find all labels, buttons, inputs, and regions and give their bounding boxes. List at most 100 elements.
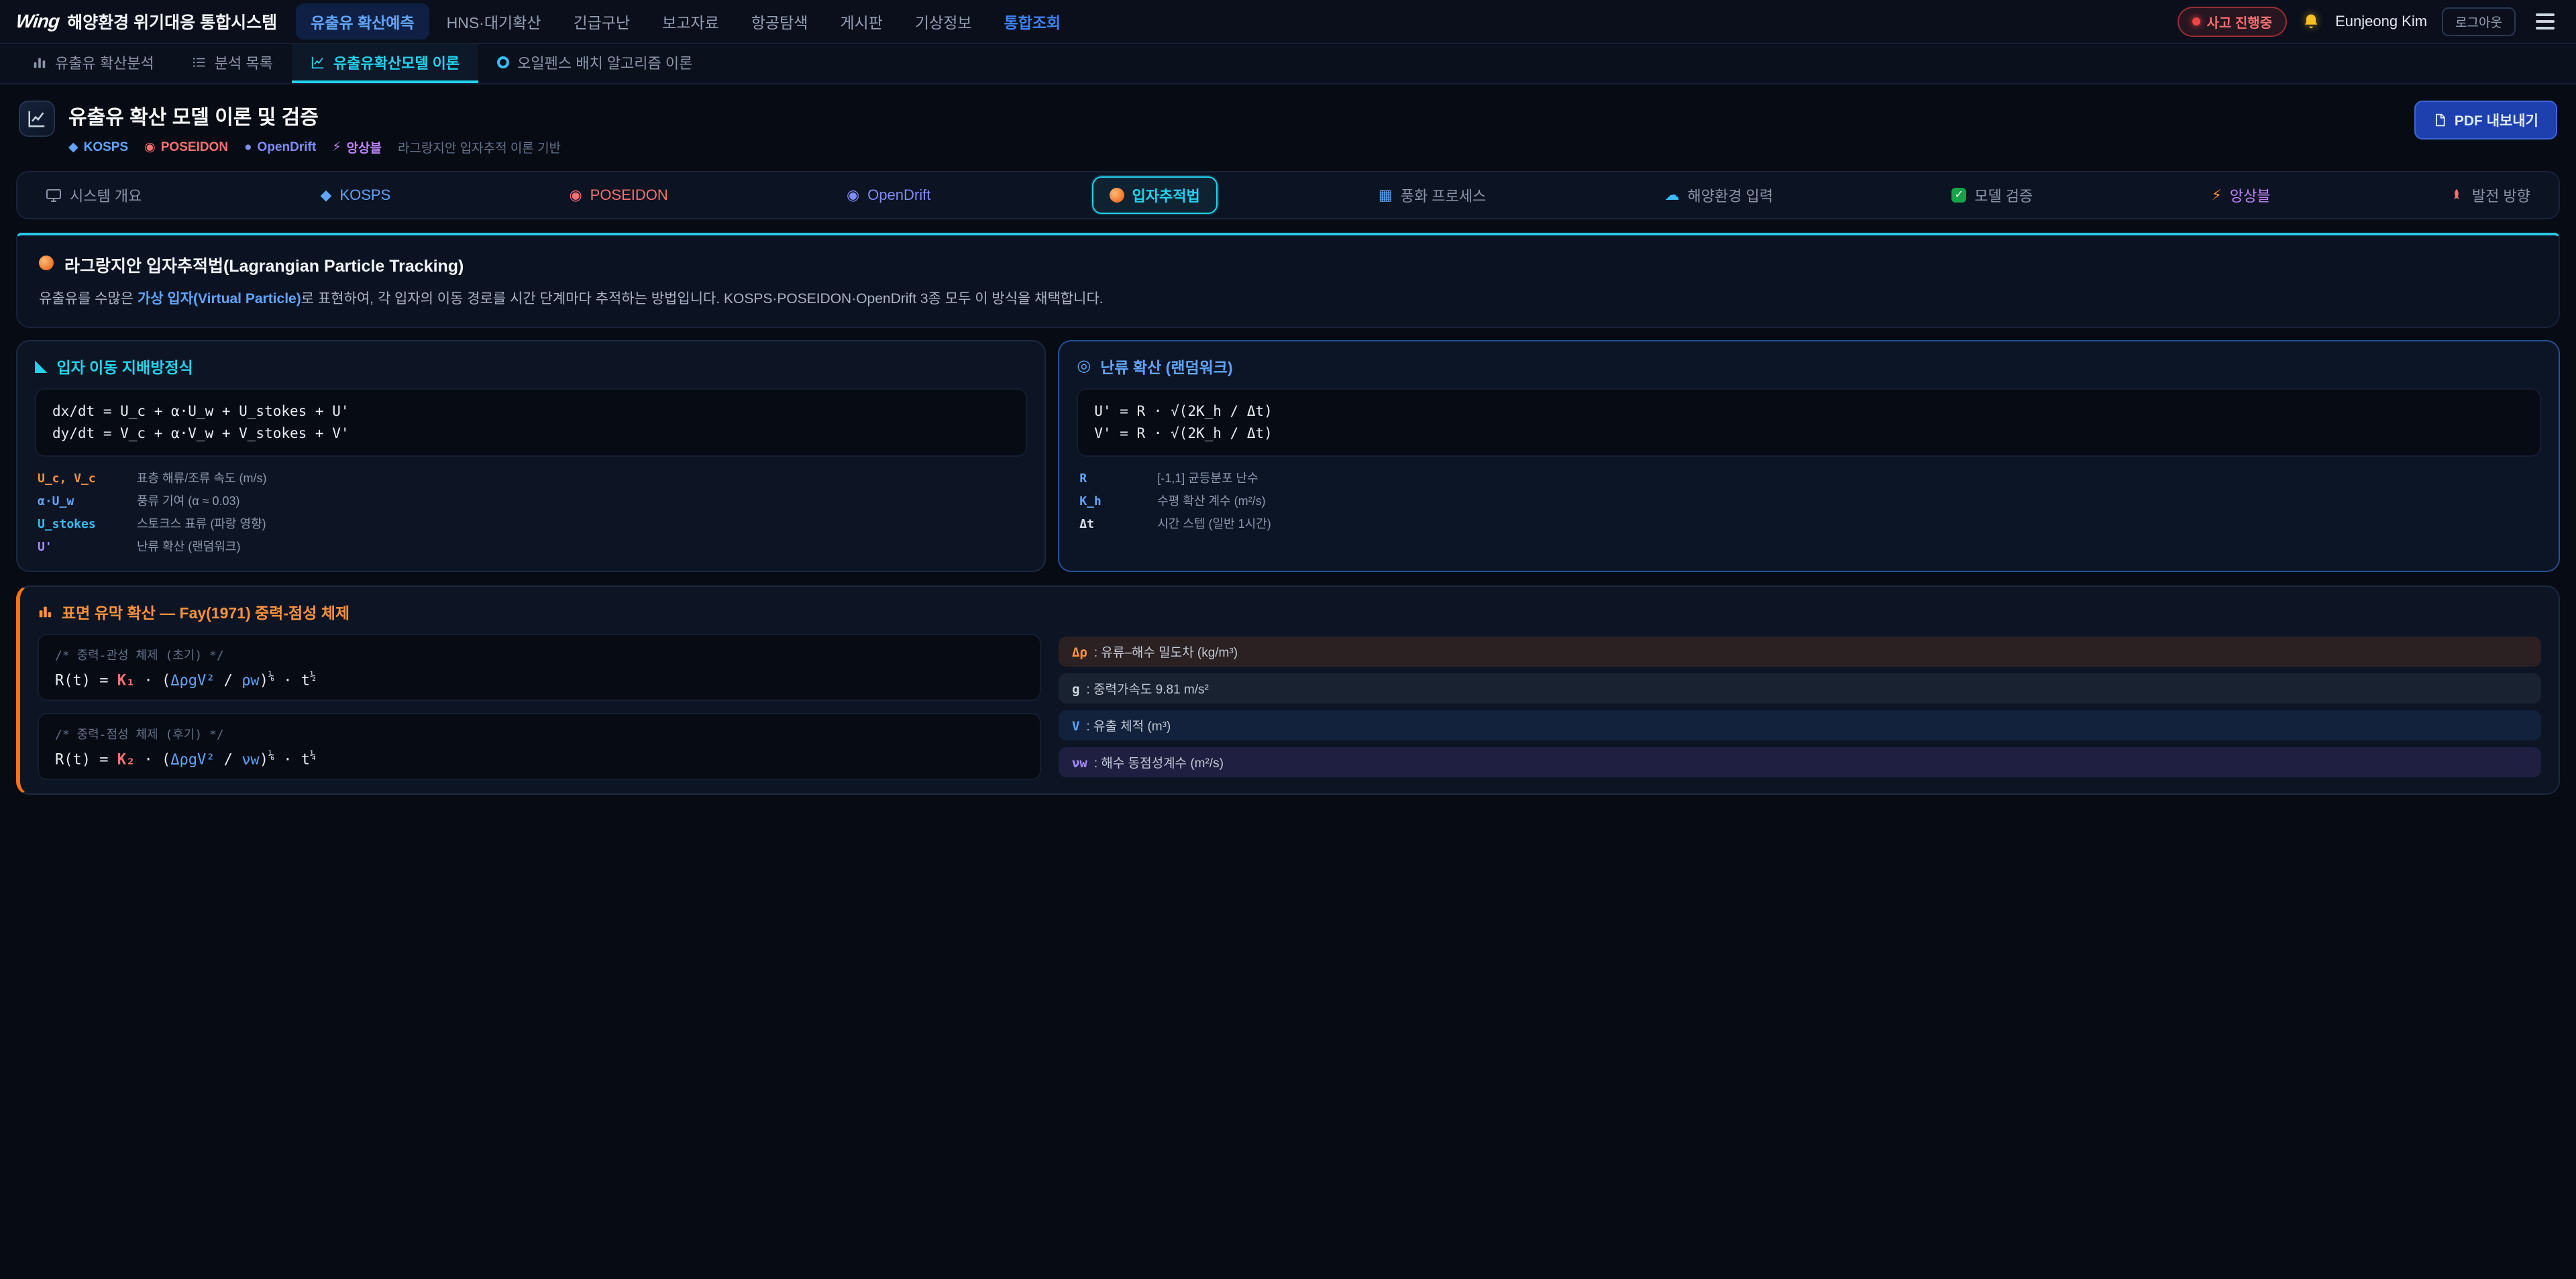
- nav-item-oil-spill-prediction[interactable]: 유출유 확산예측: [296, 3, 429, 40]
- fay-legend-term: V: [1072, 719, 1079, 734]
- legend-desc: [-1,1] 균등분포 난수: [1157, 469, 1258, 486]
- section-tab-poseidon[interactable]: ◉ POSEIDON: [551, 178, 685, 212]
- random-walk-legend: R [-1,1] 균등분포 난수 K_h 수평 확산 계수 (m²/s) Δt …: [1077, 466, 2541, 535]
- tab-label: 오일펜스 배치 알고리즘 이론: [517, 52, 692, 73]
- legend-row: K_h 수평 확산 계수 (m²/s): [1077, 489, 2541, 512]
- section-tab-system-overview[interactable]: 시스템 개요: [28, 176, 159, 214]
- legend-desc: 스토크스 표류 (파랑 영향): [137, 514, 266, 532]
- code-comment: /* 중력-점성 체제 (후기) */: [55, 725, 1024, 742]
- nav-item-integrated-search[interactable]: 통합조회: [989, 3, 1076, 40]
- hamburger-menu-icon[interactable]: [2530, 8, 2560, 35]
- section-tab-particle-tracking[interactable]: 입자추적법: [1092, 176, 1218, 214]
- nav-item-board[interactable]: 게시판: [825, 3, 897, 40]
- section-tab-label: KOSPS: [339, 186, 390, 204]
- section-tab-label: 발전 방향: [2472, 184, 2530, 206]
- badge-label: KOSPS: [84, 140, 129, 155]
- section-tab-future-direction[interactable]: 발전 방향: [2432, 176, 2548, 214]
- brand[interactable]: Wing 해양환경 위기대응 통합시스템: [16, 9, 277, 34]
- tab-analysis-list[interactable]: 분석 목록: [173, 44, 292, 83]
- nav-item-hns-atmospheric[interactable]: HNS·대기확산: [432, 3, 556, 40]
- fay-formula: R(t) = K₂ · (ΔρgV² / νw)⅙ · t¼: [55, 749, 1024, 768]
- fay-legend-column: Δρ : 유류–해수 밀도차 (kg/m³) g : 중력가속도 9.81 m/…: [1059, 634, 2541, 781]
- lagrangian-intro-panel: 라그랑지안 입자추적법(Lagrangian Particle Tracking…: [16, 233, 2560, 328]
- fay-legend-term: νw: [1072, 756, 1087, 771]
- badge-kosps: ◆ KOSPS: [68, 140, 128, 155]
- section-tab-label: POSEIDON: [590, 186, 668, 204]
- section-tab-label: 해양환경 입력: [1687, 184, 1773, 206]
- formula-exponent: ½: [310, 670, 316, 682]
- formula-exponent: ¼: [310, 749, 316, 761]
- legend-row: α·U_w 풍류 기여 (α ≈ 0.03): [35, 489, 1027, 512]
- section-tab-label: OpenDrift: [867, 186, 930, 204]
- formula-segment: · t: [274, 751, 310, 768]
- formula-denominator: νw: [241, 751, 260, 768]
- fay-card-title: 표면 유막 확산 — Fay(1971) 중력-점성 체제: [62, 600, 350, 623]
- nav-item-reports[interactable]: 보고자료: [647, 3, 734, 40]
- nav-item-weather-info[interactable]: 기상정보: [900, 3, 987, 40]
- app-viewport: Wing 해양환경 위기대응 통합시스템 유출유 확산예측 HNS·대기확산 긴…: [0, 0, 2576, 1279]
- legend-desc: 표층 해류/조류 속도 (m/s): [137, 469, 266, 486]
- intro-title-row: 라그랑지안 입자추적법(Lagrangian Particle Tracking…: [39, 253, 2537, 277]
- legend-row: U' 난류 확산 (랜덤워크): [35, 535, 1027, 557]
- formula-coefficient: K₁: [117, 672, 136, 689]
- nav-item-emergency-rescue[interactable]: 긴급구난: [558, 3, 645, 40]
- governing-card-title: 입자 이동 지배방정식: [56, 355, 193, 378]
- badge-opendrift: ● OpenDrift: [244, 140, 316, 155]
- section-tab-ensemble[interactable]: ⚡ 앙상블: [2194, 176, 2288, 214]
- legend-term: α·U_w: [38, 494, 121, 508]
- section-tab-label: 입자추적법: [1132, 184, 1200, 206]
- section-tab-ocean-env-input[interactable]: ☁ 해양환경 입력: [1647, 176, 1790, 214]
- intro-description: 유출유를 수많은 가상 입자(Virtual Particle)로 표현하여, …: [39, 289, 2537, 309]
- badge-poseidon: ◉ POSEIDON: [144, 140, 228, 155]
- section-tab-label: 풍화 프로세스: [1401, 184, 1487, 206]
- fay-legend-row: V : 유출 체적 (m³): [1059, 710, 2541, 740]
- ruler-icon: ◣: [35, 358, 47, 374]
- formula-segment: · (: [135, 672, 170, 689]
- bar-chart-icon: [38, 604, 52, 619]
- random-walk-card-title-row: ◎ 난류 확산 (랜덤워크): [1077, 355, 2541, 378]
- pdf-export-button[interactable]: PDF 내보내기: [2414, 101, 2557, 140]
- legend-term: U': [38, 540, 121, 554]
- formula-segment: ): [260, 672, 268, 689]
- fay-code-column: /* 중력-관성 체제 (초기) */ R(t) = K₁ · (ΔρgV² /…: [38, 634, 1041, 781]
- section-tab-kosps[interactable]: ◆ KOSPS: [303, 178, 409, 212]
- nav-item-aerial-search[interactable]: 항공탐색: [737, 3, 823, 40]
- fay-card-title-row: 표면 유막 확산 — Fay(1971) 중력-점성 체제: [38, 600, 2541, 623]
- random-walk-code-block: U' = R · √(2K_h / Δt) V' = R · √(2K_h / …: [1077, 388, 2541, 456]
- green-check-icon: ✓: [1951, 188, 1966, 203]
- legend-desc: 수평 확산 계수 (m²/s): [1157, 492, 1265, 509]
- notification-bell-button[interactable]: [2302, 12, 2320, 31]
- fay-formula: R(t) = K₁ · (ΔρgV² / ρw)⅙ · t½: [55, 670, 1024, 689]
- legend-desc: 풍류 기여 (α ≈ 0.03): [137, 492, 240, 509]
- fay-legend-desc: : 해수 동점성계수 (m²/s): [1094, 753, 1224, 771]
- logout-button[interactable]: 로그아웃: [2442, 7, 2516, 36]
- code-line: V' = R · √(2K_h / Δt): [1094, 423, 2524, 445]
- section-tab-weathering-process[interactable]: ▦ 풍화 프로세스: [1361, 176, 1503, 214]
- circle-icon: ●: [244, 140, 252, 155]
- monitor-icon: [46, 187, 62, 203]
- section-tab-label: 앙상블: [2230, 184, 2271, 206]
- section-tab-bar: 시스템 개요 ◆ KOSPS ◉ POSEIDON ◉ OpenDrift 입자…: [16, 171, 2560, 219]
- page-content: 유출유 확산 모델 이론 및 검증 ◆ KOSPS ◉ POSEIDON ● O…: [0, 85, 2576, 795]
- pdf-export-label: PDF 내보내기: [2455, 110, 2538, 130]
- rocket-icon: [2449, 188, 2464, 203]
- governing-equation-card: ◣ 입자 이동 지배방정식 dx/dt = U_c + α·U_w + U_st…: [16, 340, 1046, 571]
- section-tab-opendrift[interactable]: ◉ OpenDrift: [829, 178, 948, 212]
- section-tab-model-validation[interactable]: ✓ 모델 검증: [1934, 176, 2050, 214]
- tab-oil-fence-algorithm-theory[interactable]: 오일펜스 배치 알고리즘 이론: [478, 44, 711, 83]
- incident-status-badge[interactable]: 사고 진행중: [2178, 7, 2288, 37]
- code-line: dy/dt = V_c + α·V_w + V_stokes + V': [52, 423, 1010, 445]
- formula-segment: · t: [274, 672, 310, 689]
- tab-oil-spill-analysis[interactable]: 유출유 확산분석: [13, 44, 173, 83]
- grid-icon: ▦: [1379, 188, 1393, 203]
- intro-title: 라그랑지안 입자추적법(Lagrangian Particle Tracking…: [64, 253, 464, 277]
- formula-numerator: ΔρgV²: [170, 672, 215, 689]
- target-icon: ◉: [569, 188, 582, 203]
- governing-card-title-row: ◣ 입자 이동 지배방정식: [35, 355, 1027, 378]
- tab-diffusion-model-theory[interactable]: 유출유확산모델 이론: [292, 44, 478, 83]
- legend-row: U_c, V_c 표층 해류/조류 속도 (m/s): [35, 466, 1027, 489]
- equation-cards-row: ◣ 입자 이동 지배방정식 dx/dt = U_c + α·U_w + U_st…: [16, 340, 2560, 571]
- legend-row: Δt 시간 스텝 (일반 1시간): [1077, 512, 2541, 535]
- random-walk-card-title: 난류 확산 (랜덤워크): [1100, 355, 1232, 378]
- badge-label: OpenDrift: [258, 140, 317, 155]
